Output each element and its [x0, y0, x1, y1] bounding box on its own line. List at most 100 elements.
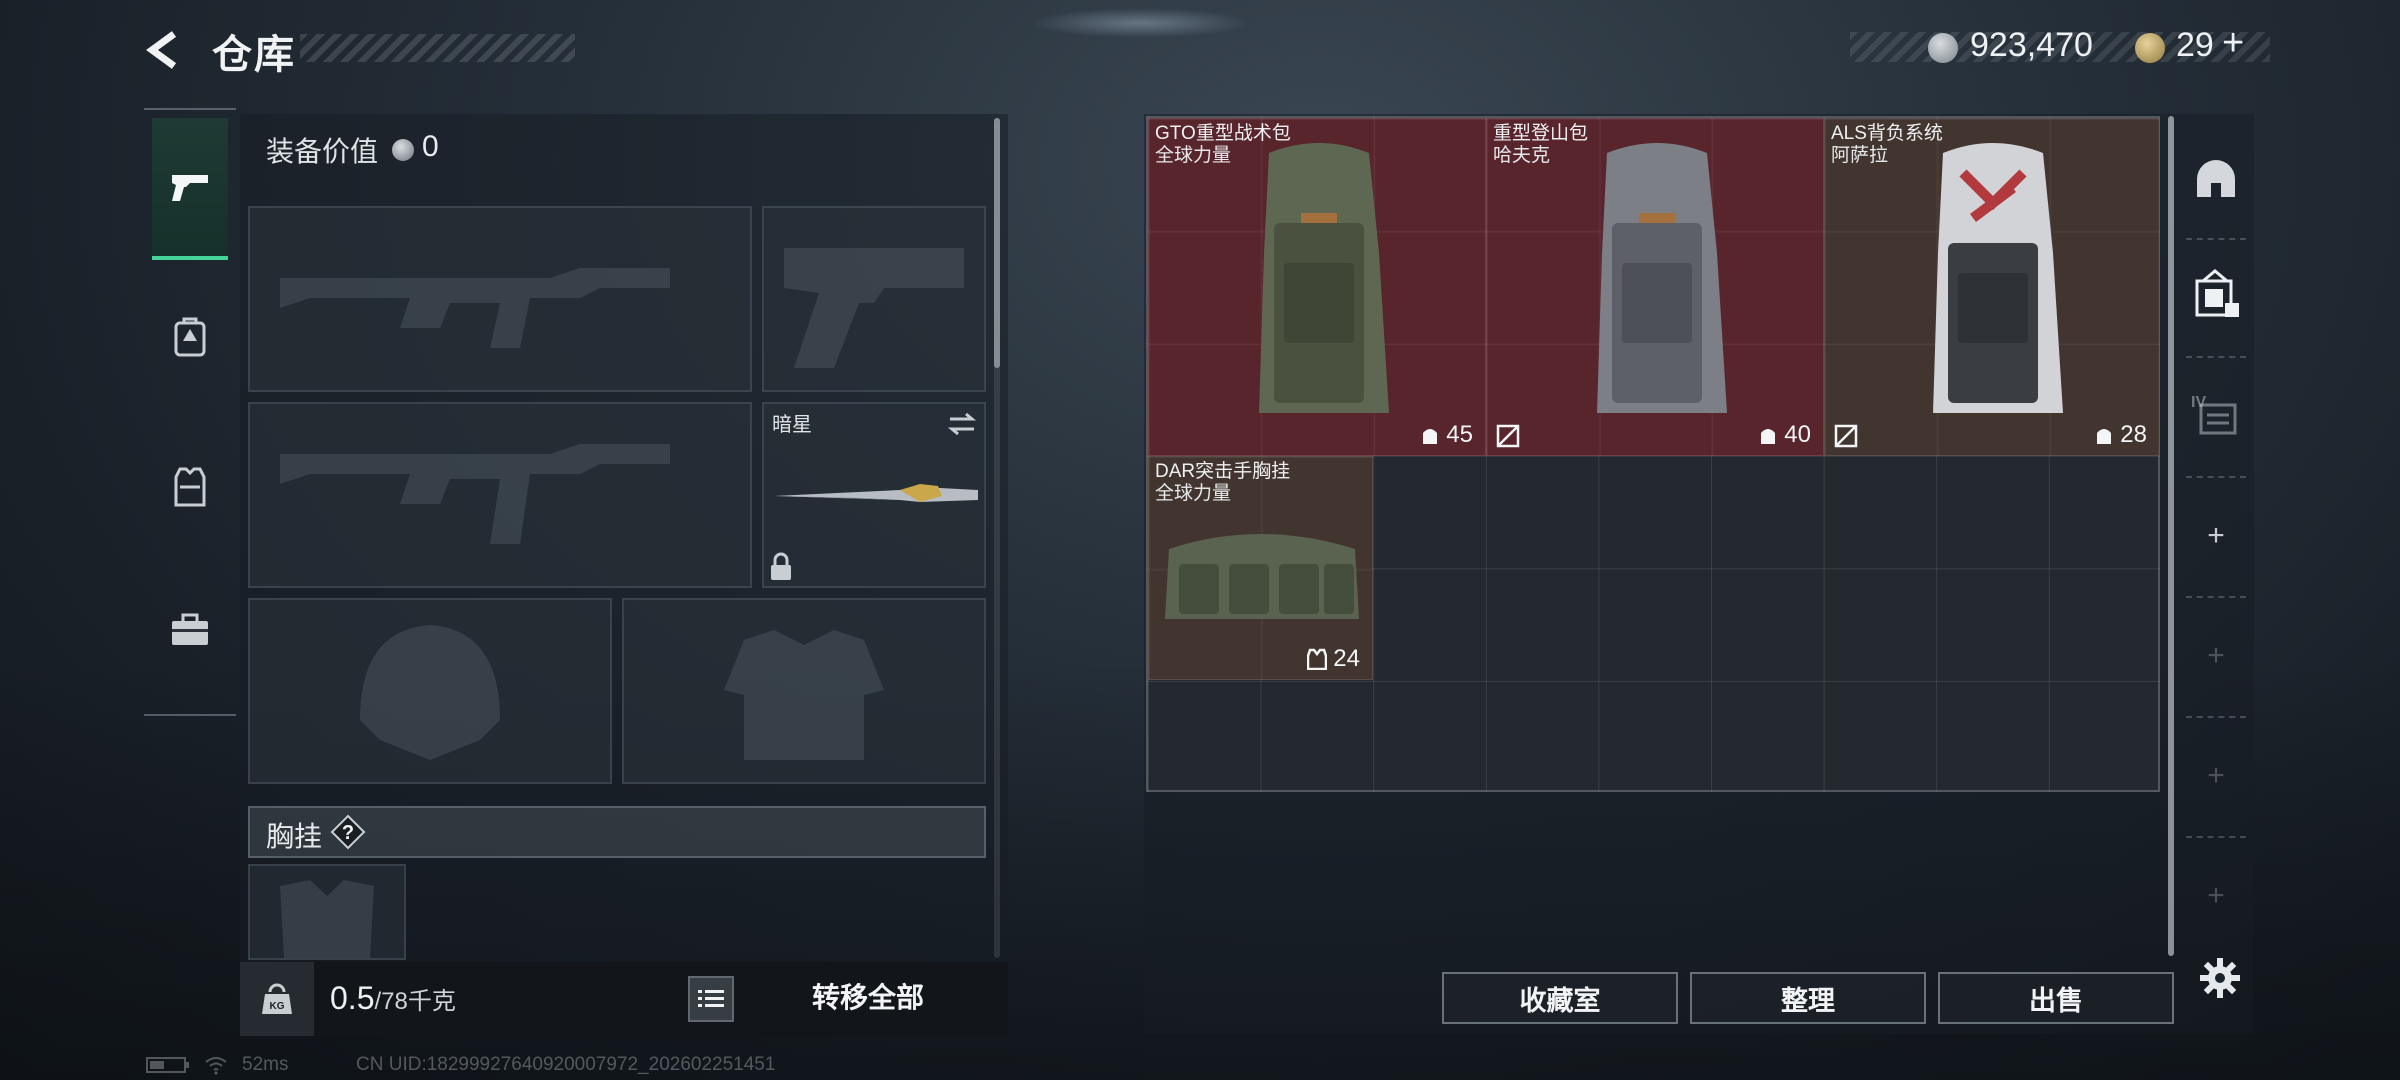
help-button[interactable]: ?	[330, 814, 366, 850]
backpack-image	[1259, 143, 1389, 413]
weight-current: 0.5	[330, 980, 375, 1016]
page-title: 仓库	[212, 33, 296, 77]
gear-icon	[2200, 958, 2240, 998]
item-name: DAR突击手胸挂	[1155, 461, 1291, 482]
back-arrow-icon	[146, 31, 177, 69]
equipment-value: 0	[422, 130, 439, 163]
list-view-button[interactable]	[688, 976, 734, 1022]
chest-rig-image	[1165, 534, 1359, 619]
pistol-silhouette-icon	[784, 248, 964, 368]
lock-icon	[771, 552, 791, 580]
item-faction: 阿萨拉	[1831, 145, 1889, 166]
rail-separator	[2186, 476, 2246, 478]
chest-rig-slot[interactable]	[248, 864, 406, 960]
settings-button[interactable]	[2194, 952, 2246, 1004]
rail-btn-add-storage-locked: +	[2186, 856, 2246, 936]
ceiling-light	[1030, 8, 1250, 38]
helmet-silhouette-icon	[360, 625, 500, 760]
help-diamond-icon: ?	[330, 814, 366, 850]
unbound-icon	[1834, 424, 1858, 448]
vest-icon	[174, 467, 206, 507]
backpack-capacity-icon	[2097, 429, 2112, 444]
chest-rig-silhouette-icon	[280, 880, 374, 958]
silver-coin-icon	[392, 139, 414, 161]
armor-silhouette-icon	[724, 630, 884, 760]
rail-btn-add-storage-locked: +	[2186, 616, 2246, 696]
helmet-slot[interactable]	[248, 598, 612, 784]
item-faction: 全球力量	[1155, 145, 1232, 166]
weight-capacity: /78千克	[374, 988, 456, 1015]
primary-weapon-slot[interactable]	[248, 206, 752, 392]
stash-item-dar-chest-rig[interactable]: DAR突击手胸挂 全球力量 24	[1148, 456, 1373, 680]
tab-vest[interactable]	[152, 418, 228, 556]
add-currency-button[interactable]: +	[2222, 22, 2244, 65]
rail-btn-backpack-storage[interactable]	[2186, 256, 2246, 336]
ping-value: 52ms	[242, 1054, 289, 1075]
silver-coin-icon	[1928, 33, 1958, 63]
rail-btn-add-storage[interactable]: +	[2186, 496, 2246, 576]
tier-storage-icon: IV	[2191, 394, 2237, 435]
svg-text:IV: IV	[2191, 394, 2206, 411]
rail-separator	[2186, 836, 2246, 838]
rail-separator	[2186, 596, 2246, 598]
pistol-slot[interactable]	[762, 206, 986, 392]
wifi-icon	[205, 1057, 227, 1075]
rail-separator	[2186, 238, 2246, 240]
rail-separator	[2186, 716, 2246, 718]
battery-icon	[146, 1057, 189, 1073]
vest-capacity-icon	[1307, 648, 1328, 670]
transfer-all-button[interactable]: 转移全部	[748, 966, 988, 1026]
user-uid: CN UID:1829992764092000797​2_20260225145…	[356, 1054, 776, 1075]
rail-separator	[2186, 356, 2246, 358]
item-name: 重型登山包	[1493, 123, 1589, 144]
backpack-capacity-icon	[1761, 429, 1776, 444]
rail-btn-level-four-storage[interactable]: IV	[2186, 374, 2246, 454]
plus-icon: +	[2207, 879, 2225, 912]
pistol-icon	[172, 175, 208, 201]
plus-icon: +	[2207, 759, 2225, 792]
stash-item-als-carry-system[interactable]: ALS背负系统 阿萨拉 28	[1824, 118, 2160, 456]
toolbox-icon	[172, 613, 208, 645]
tab-backpack[interactable]	[152, 268, 228, 406]
title-decoration	[300, 34, 575, 62]
unbound-icon	[1496, 424, 1520, 448]
weight-icon-box: KG	[240, 962, 314, 1036]
plus-icon: +	[2207, 519, 2225, 552]
melee-slot[interactable]: 暗星	[762, 402, 986, 588]
stash-item-heavy-mountain-pack[interactable]: 重型登山包 哈夫克 40	[1486, 118, 1824, 456]
gold-coin-icon	[2135, 33, 2165, 63]
stash-scrollbar[interactable]	[2168, 116, 2174, 956]
item-capacity: 28	[2094, 421, 2147, 449]
swap-icon[interactable]	[946, 410, 978, 438]
kettlebell-icon: KG	[262, 983, 292, 1014]
organize-button[interactable]: 整理	[1690, 972, 1926, 1024]
item-capacity: 24	[1307, 645, 1360, 673]
stash-item-gto-pack[interactable]: GTO重型战术包 全球力量 45	[1148, 118, 1486, 456]
plus-icon: +	[2207, 639, 2225, 672]
equipment-scrollbar[interactable]	[994, 118, 1000, 368]
item-capacity: 45	[1420, 421, 1473, 449]
backpack-icon	[174, 317, 206, 357]
back-button[interactable]	[140, 26, 188, 74]
svg-text:?: ?	[342, 822, 354, 844]
backpack-capacity-icon	[1423, 429, 1438, 444]
rifle-silhouette-icon	[280, 268, 670, 348]
armor-slot[interactable]	[622, 598, 986, 784]
item-faction: 全球力量	[1155, 483, 1232, 504]
melee-slot-name: 暗星	[772, 414, 812, 436]
status-bar: 52ms	[146, 1054, 288, 1076]
backpack-image	[1933, 143, 2063, 413]
svg-text:KG: KG	[270, 1001, 285, 1012]
chest-rig-label: 胸挂	[266, 821, 323, 852]
helmet-icon	[2197, 160, 2235, 197]
collection-room-button[interactable]: 收藏室	[1442, 972, 1678, 1024]
sell-button[interactable]: 出售	[1938, 972, 2174, 1024]
tab-toolbox[interactable]	[152, 560, 228, 698]
tab-weapons[interactable]	[152, 118, 228, 260]
silver-currency-value: 923,470	[1970, 26, 2093, 64]
rail-btn-add-storage-locked: +	[2186, 736, 2246, 816]
rail-btn-helmet-storage[interactable]	[2186, 140, 2246, 220]
rifle-silhouette-icon	[280, 444, 670, 544]
backpack-storage-icon	[2195, 269, 2239, 317]
secondary-weapon-slot[interactable]	[248, 402, 752, 588]
